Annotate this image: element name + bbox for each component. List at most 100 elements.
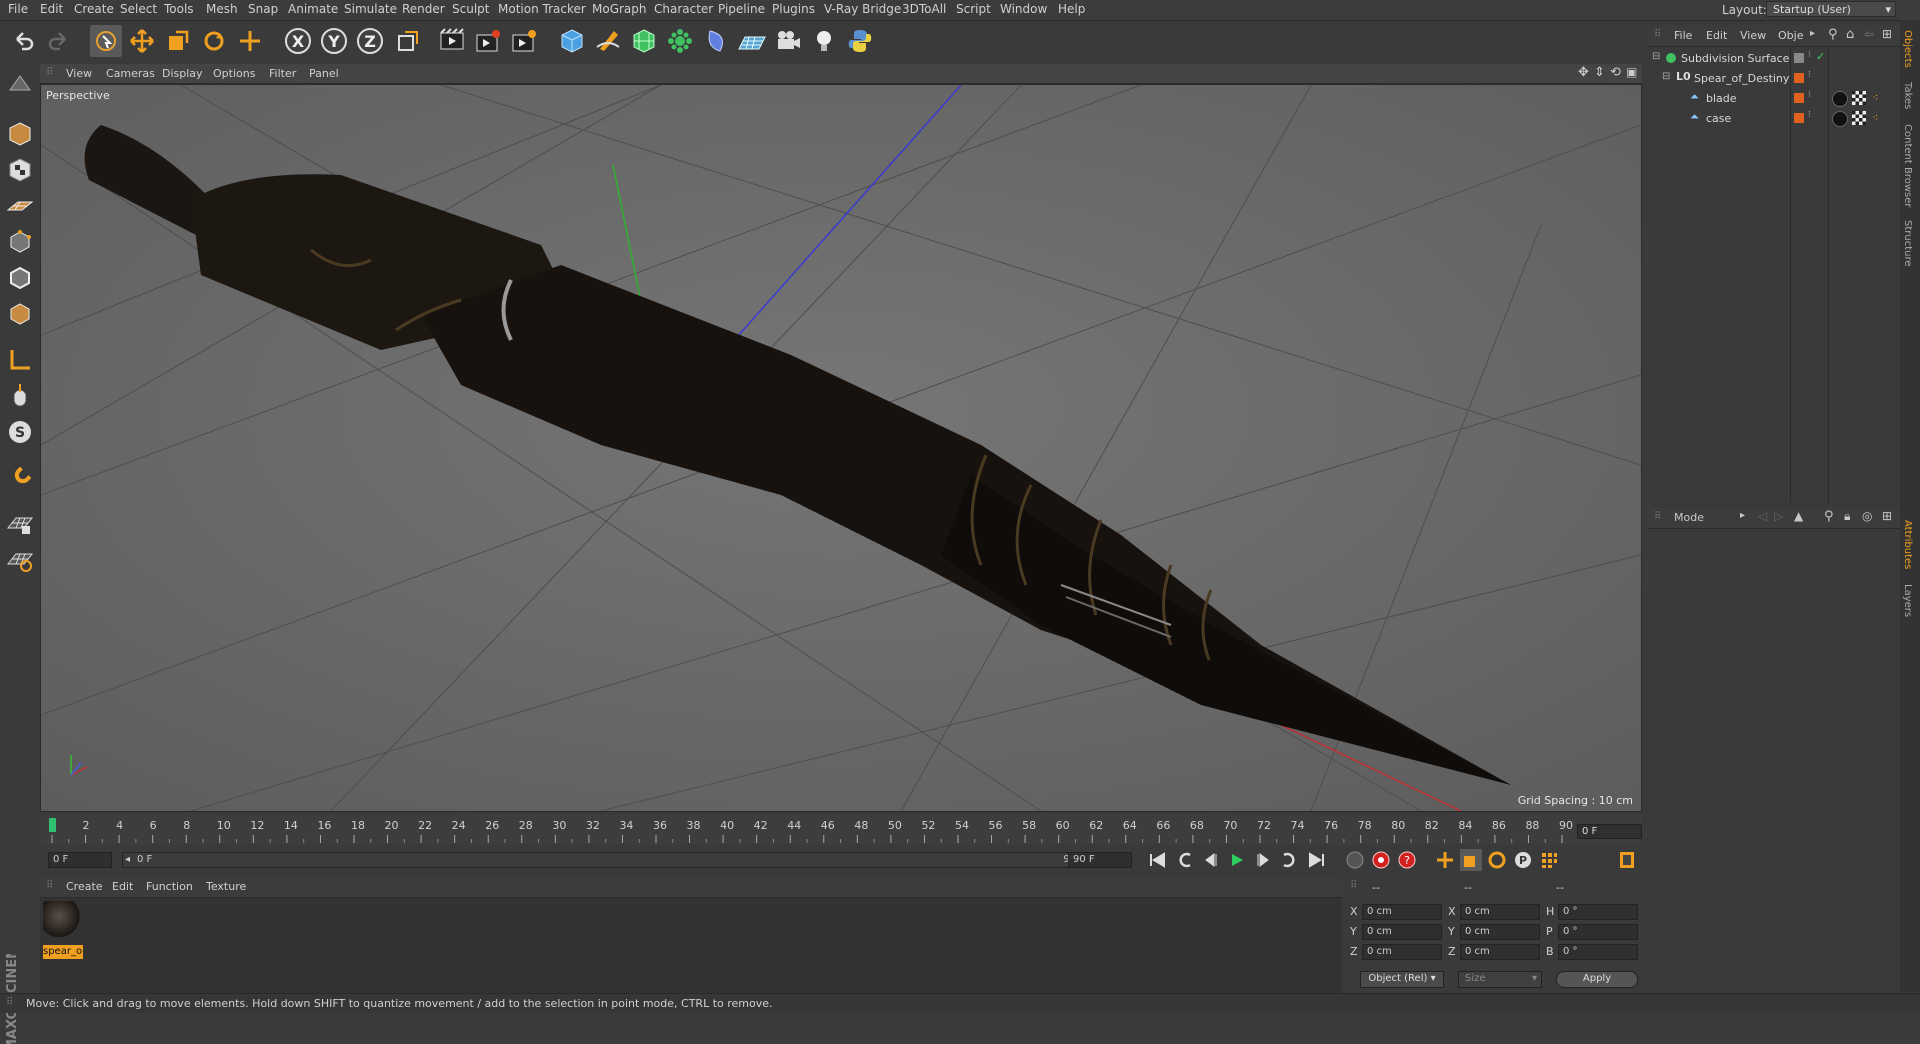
- collapse-icon[interactable]: ⊟: [1662, 71, 1670, 82]
- material-swatch[interactable]: spear_o: [43, 901, 83, 959]
- snap-grid-icon[interactable]: [3, 508, 37, 540]
- coordinate-system-icon[interactable]: [392, 25, 424, 57]
- menu-create[interactable]: Create: [74, 2, 114, 16]
- menu-motion-tracker[interactable]: Motion Tracker: [498, 2, 586, 16]
- tab-structure[interactable]: Structure: [1902, 220, 1913, 267]
- menu-tools[interactable]: Tools: [164, 2, 194, 16]
- next-frame-icon[interactable]: [1252, 849, 1274, 871]
- phong-tag-icon[interactable]: ⁖: [1872, 111, 1878, 124]
- new-window-icon[interactable]: ⊞: [1882, 27, 1892, 41]
- menu-snap[interactable]: Snap: [248, 2, 278, 16]
- rotation-b-field[interactable]: 0 °: [1558, 944, 1638, 960]
- autokey-icon[interactable]: ?: [1396, 849, 1418, 871]
- visibility-dots-icon[interactable]: ⁝: [1808, 110, 1811, 120]
- scale-icon[interactable]: [162, 25, 194, 57]
- forward-arrow-icon[interactable]: ▷: [1774, 509, 1783, 523]
- record-keyframe-icon[interactable]: [1370, 849, 1392, 871]
- viewport-menu-cameras[interactable]: Cameras: [106, 67, 155, 80]
- go-to-end-icon[interactable]: [1306, 849, 1328, 871]
- key-rotation-icon[interactable]: [1486, 849, 1508, 871]
- material-tag-icon[interactable]: [1832, 111, 1848, 127]
- pen-icon[interactable]: [592, 25, 624, 57]
- menu-mesh[interactable]: Mesh: [206, 2, 238, 16]
- search-icon[interactable]: ⚲: [1824, 509, 1834, 524]
- texture-mode-icon[interactable]: [3, 154, 37, 186]
- menu-window[interactable]: Window: [1000, 2, 1047, 16]
- 3d-viewport[interactable]: Perspective Grid Spacing : 10 cm: [40, 84, 1642, 812]
- position-x-field[interactable]: 0 cm: [1362, 904, 1442, 920]
- floor-icon[interactable]: [736, 25, 768, 57]
- x-axis-icon[interactable]: X: [282, 25, 314, 57]
- tab-takes[interactable]: Takes: [1902, 82, 1913, 109]
- viewport-menu-options[interactable]: Options: [213, 67, 255, 80]
- menu-mograph[interactable]: MoGraph: [592, 2, 647, 16]
- cube-icon[interactable]: [556, 25, 588, 57]
- previous-frame-icon[interactable]: [1200, 849, 1222, 871]
- z-axis-icon[interactable]: Z: [354, 25, 386, 57]
- material-menu-create[interactable]: Create: [66, 880, 103, 893]
- key-position-icon[interactable]: [1434, 849, 1456, 871]
- object-row-spear-of-destiny[interactable]: ⊟ L0 Spear_of_Destiny ⁝: [1648, 69, 1900, 88]
- viewport-menu-display[interactable]: Display: [162, 67, 203, 80]
- pan-icon[interactable]: ✥: [1578, 65, 1589, 80]
- playhead[interactable]: [49, 818, 56, 832]
- viewport-menu-filter[interactable]: Filter: [269, 67, 296, 80]
- apply-button[interactable]: Apply: [1556, 971, 1638, 988]
- object-menu-file[interactable]: File: [1674, 29, 1692, 42]
- search-icon[interactable]: ⚲: [1828, 27, 1838, 42]
- go-to-start-icon[interactable]: [1146, 849, 1168, 871]
- size-y-field[interactable]: 0 cm: [1460, 924, 1540, 940]
- position-y-field[interactable]: 0 cm: [1362, 924, 1442, 940]
- timeline-ruler[interactable]: 0246810121416182022242628303234363840424…: [40, 815, 1642, 845]
- camera-icon[interactable]: [772, 25, 804, 57]
- material-menu-function[interactable]: Function: [146, 880, 193, 893]
- end-frame-field[interactable]: 90 F: [1068, 852, 1132, 868]
- rotate-icon[interactable]: [198, 25, 230, 57]
- render-view-icon[interactable]: [436, 25, 468, 57]
- object-menu-view[interactable]: View: [1740, 29, 1766, 42]
- light-icon[interactable]: [808, 25, 840, 57]
- start-frame-field[interactable]: 0 F: [48, 852, 112, 868]
- menu-pipeline[interactable]: Pipeline: [718, 2, 765, 16]
- menu-character[interactable]: Character: [654, 2, 713, 16]
- menu-render[interactable]: Render: [402, 2, 445, 16]
- menu-vray-bridge[interactable]: V-Ray Bridge: [824, 2, 901, 16]
- axis-mode-icon[interactable]: [3, 344, 37, 376]
- magnet-icon[interactable]: [3, 462, 37, 494]
- workplane-icon[interactable]: [3, 190, 37, 222]
- key-scale-icon[interactable]: [1460, 849, 1482, 871]
- menu-script[interactable]: Script: [956, 2, 991, 16]
- edges-mode-icon[interactable]: [3, 262, 37, 294]
- orbit-icon[interactable]: ⟲: [1610, 65, 1621, 80]
- previous-key-icon[interactable]: [1174, 849, 1196, 871]
- up-arrow-icon[interactable]: ▲: [1794, 509, 1803, 523]
- render-picture-viewer-icon[interactable]: [472, 25, 504, 57]
- attribute-mode-menu[interactable]: Mode: [1674, 511, 1704, 524]
- coordinate-mode-select[interactable]: Object (Rel) ▾: [1360, 971, 1444, 988]
- visibility-dots-icon[interactable]: ⁝: [1808, 70, 1811, 80]
- points-mode-icon[interactable]: [3, 226, 37, 258]
- dolly-icon[interactable]: ⇕: [1594, 65, 1605, 80]
- live-selection-icon[interactable]: [90, 25, 122, 57]
- rotation-p-field[interactable]: 0 °: [1558, 924, 1638, 940]
- mograph-cloner-icon[interactable]: [664, 25, 696, 57]
- subdivision-icon[interactable]: [628, 25, 660, 57]
- motion-record-icon[interactable]: [1344, 849, 1366, 871]
- menu-animate[interactable]: Animate: [288, 2, 338, 16]
- undo-icon[interactable]: [8, 25, 40, 57]
- key-pla-icon[interactable]: [1538, 849, 1560, 871]
- make-editable-icon[interactable]: [3, 68, 37, 100]
- rotation-h-field[interactable]: 0 °: [1558, 904, 1638, 920]
- tweak-icon[interactable]: [3, 380, 37, 412]
- visibility-dots-icon[interactable]: ⁝: [1808, 90, 1811, 100]
- timeline-layout-icon[interactable]: [1616, 849, 1638, 871]
- tab-layers[interactable]: Layers: [1902, 584, 1913, 617]
- key-parameter-icon[interactable]: P: [1512, 849, 1534, 871]
- tab-objects[interactable]: Objects: [1902, 30, 1913, 68]
- enabled-check-icon[interactable]: ✓: [1816, 50, 1825, 63]
- viewport-menu-view[interactable]: View: [66, 67, 92, 80]
- position-z-field[interactable]: 0 cm: [1362, 944, 1442, 960]
- phong-tag-icon[interactable]: ⁖: [1872, 91, 1878, 104]
- size-x-field[interactable]: 0 cm: [1460, 904, 1540, 920]
- material-menu-edit[interactable]: Edit: [112, 880, 133, 893]
